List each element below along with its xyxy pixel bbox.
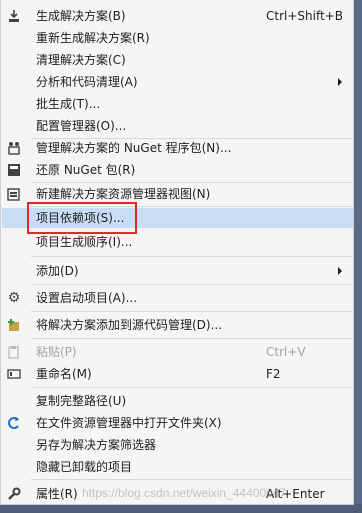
build-icon [7,9,21,23]
menu-item-save-as-solution-filter[interactable]: 另存为解决方案筛选器 [2,435,353,455]
menu-item-label: 配置管理器(O)... [36,119,127,133]
menu-item-rebuild-solution[interactable]: 重新生成解决方案(R) [2,28,353,48]
menu-item-label: 重新生成解决方案(R) [36,31,150,45]
menu-item-build-solution[interactable]: 生成解决方案(B) Ctrl+Shift+B [2,6,353,26]
menu-item-add[interactable]: 添加(D) [2,261,353,281]
menu-item-project-build-order[interactable]: 项目生成顺序(I)... [2,232,353,252]
menu-item-label: 复制完整路径(U) [36,394,127,408]
menu-item-analyze-cleanup[interactable]: 分析和代码清理(A) [2,72,353,92]
menu-item-label: 项目生成顺序(I)... [36,235,133,249]
menu-item-label: 管理解决方案的 NuGet 程序包(N)... [36,141,232,155]
menu-item-add-to-source-control[interactable]: 将解决方案添加到源代码管理(D)... [2,315,353,335]
menu-separator [31,311,352,312]
watermark-text: https://blog.csdn.net/weixin_44400047 [82,486,287,500]
submenu-arrow-icon [338,267,342,275]
menu-item-label: 在文件资源管理器中打开文件夹(X) [36,416,222,430]
menu-item-label: 生成解决方案(B) [36,9,126,23]
menu-item-shortcut: Ctrl+Shift+B [266,9,343,23]
menu-item-clean-solution[interactable]: 清理解决方案(C) [2,50,353,70]
rename-icon [7,367,21,381]
background-editor-right [354,0,362,513]
menu-separator [31,338,352,339]
new-view-icon [7,187,21,201]
menu-item-label: 添加(D) [36,264,79,278]
gear-icon: ⚙ [7,290,21,306]
menu-item-project-dependencies[interactable]: 项目依赖项(S)... [2,208,353,228]
background-editor-bottom [0,504,362,513]
open-folder-icon [7,416,21,430]
menu-item-label: 隐藏已卸载的项目 [36,460,133,474]
menu-item-label: 属性(R) [36,487,78,501]
menu-item-label: 设置启动项目(A)... [36,291,138,305]
menu-item-shortcut: Ctrl+V [266,345,306,359]
menu-item-label: 还原 NuGet 包(R) [36,163,136,177]
menu-separator [31,182,352,183]
menu-item-label: 清理解决方案(C) [36,53,126,67]
wrench-icon [7,487,21,501]
menu-item-label: 粘贴(P) [36,345,77,359]
nuget-package-icon [7,141,21,155]
menu-item-paste[interactable]: 粘贴(P) Ctrl+V [2,342,353,362]
menu-item-set-startup-projects[interactable]: ⚙ 设置启动项目(A)... [2,288,353,308]
menu-separator [31,256,352,257]
paste-icon [7,345,21,359]
menu-item-batch-build[interactable]: 批生成(T)... [2,94,353,114]
menu-item-label: 分析和代码清理(A) [36,75,138,89]
menu-separator [31,284,352,285]
menu-item-label: 项目依赖项(S)... [36,211,125,225]
submenu-arrow-icon [338,78,342,86]
menu-item-copy-full-path[interactable]: 复制完整路径(U) [2,391,353,411]
menu-item-label: 批生成(T)... [36,97,101,111]
menu-item-label: 新建解决方案资源管理器视图(N) [36,187,211,201]
menu-item-label: 另存为解决方案筛选器 [36,438,157,452]
menu-item-configuration-manager[interactable]: 配置管理器(O)... [2,116,353,136]
source-control-add-icon [7,318,21,332]
menu-item-manage-nuget[interactable]: 管理解决方案的 NuGet 程序包(N)... [2,138,353,158]
menu-separator [31,206,352,207]
menu-separator [31,387,352,388]
nuget-restore-icon [7,163,21,177]
menu-item-rename[interactable]: 重命名(M) F2 [2,364,353,384]
menu-item-hide-unloaded-projects[interactable]: 隐藏已卸载的项目 [2,457,353,477]
menu-item-label: 将解决方案添加到源代码管理(D)... [36,318,223,332]
menu-separator [31,479,352,480]
menu-item-label: 重命名(M) [36,367,92,381]
solution-context-menu: 生成解决方案(B) Ctrl+Shift+B 重新生成解决方案(R) 清理解决方… [0,0,354,505]
menu-item-shortcut: F2 [266,367,281,381]
menu-item-restore-nuget[interactable]: 还原 NuGet 包(R) [2,160,353,180]
menu-item-new-explorer-view[interactable]: 新建解决方案资源管理器视图(N) [2,184,353,204]
menu-item-open-folder-in-explorer[interactable]: 在文件资源管理器中打开文件夹(X) [2,413,353,433]
